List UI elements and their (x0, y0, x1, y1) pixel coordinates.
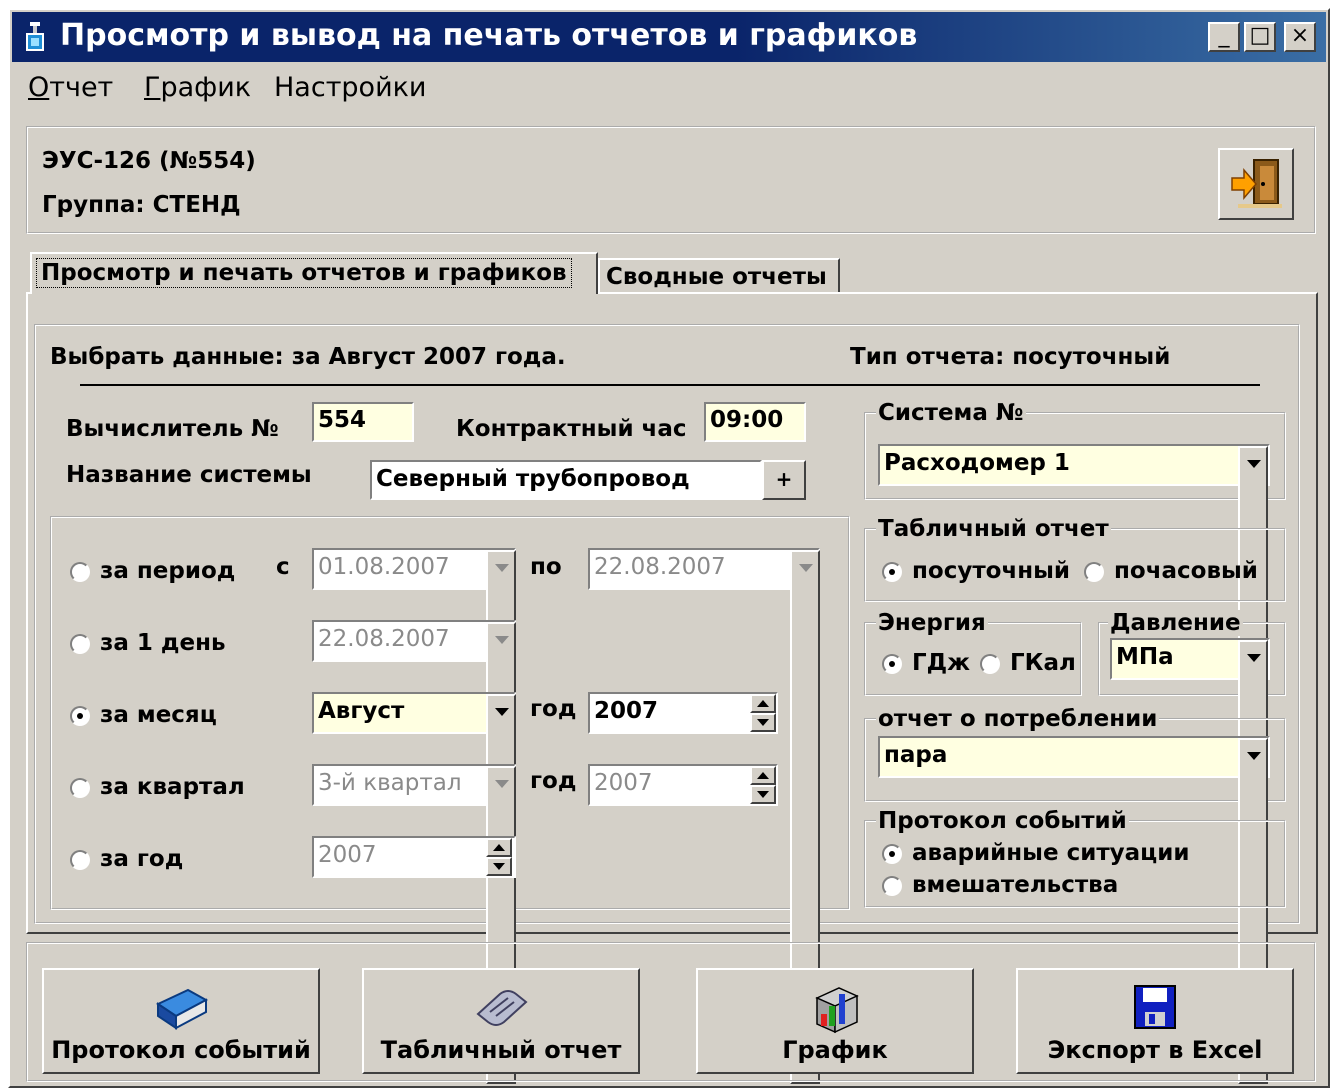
radio-day[interactable] (70, 634, 90, 654)
events-log-label: Протокол событий (51, 1036, 311, 1064)
title-bar: Просмотр и вывод на печать отчетов и гра… (12, 12, 1326, 62)
report-type-label: Тип отчета: посуточный (850, 344, 1171, 370)
gcal-label: ГКал (1010, 650, 1076, 676)
intervention-label: вмешательства (912, 872, 1119, 898)
app-icon (22, 20, 50, 54)
spin-down-icon[interactable] (750, 785, 776, 804)
menu-graph[interactable]: График (144, 72, 251, 103)
tab-summary-label: Сводные отчеты (606, 264, 827, 290)
quarter-year-label: год (530, 768, 577, 794)
table-report-title: Табличный отчет (876, 516, 1111, 542)
consumption-select[interactable]: пара (878, 736, 1270, 778)
quarter-label: за квартал (100, 774, 245, 800)
month-year-spinner[interactable] (750, 694, 776, 732)
year-label: за год (100, 846, 184, 872)
table-report-label: Табличный отчет (380, 1036, 622, 1064)
system-name-add-button[interactable]: + (762, 460, 806, 500)
date-to-field[interactable]: 22.08.2007 (588, 548, 820, 590)
radio-intervention[interactable] (882, 876, 902, 896)
radio-month[interactable] (70, 706, 90, 726)
maximize-button[interactable]: □ (1244, 22, 1276, 52)
energy-title: Энергия (876, 610, 988, 636)
period-label: за период (100, 558, 236, 584)
export-excel-label: Экспорт в Excel (1047, 1036, 1263, 1064)
month-year-label: год (530, 696, 577, 722)
spin-down-icon[interactable] (750, 713, 776, 732)
radio-emergency[interactable] (882, 844, 902, 864)
radio-hourly[interactable] (1084, 562, 1104, 582)
month-label: за месяц (100, 702, 217, 728)
from-label: с (276, 554, 290, 580)
system-group-title: Система № (876, 400, 1026, 426)
graph-label: График (782, 1036, 888, 1064)
radio-period[interactable] (70, 562, 90, 582)
table-report-button[interactable]: Табличный отчет (362, 968, 640, 1074)
add-label: + (775, 467, 793, 491)
export-excel-button[interactable]: Экспорт в Excel (1016, 968, 1294, 1074)
group-label: Группа: СТЕНД (42, 192, 241, 218)
spin-up-icon[interactable] (486, 838, 512, 857)
radio-gcal[interactable] (980, 654, 1000, 674)
hourly-label: почасовый (1114, 558, 1258, 584)
contract-hour-label: Контрактный час (456, 416, 687, 442)
system-name-label: Название системы (66, 462, 312, 488)
gj-label: ГДж (912, 650, 971, 676)
spin-up-icon[interactable] (750, 766, 776, 785)
graph-button[interactable]: График (696, 968, 974, 1074)
pressure-title: Давление (1108, 610, 1243, 636)
device-label: ЭУС-126 (№554) (42, 148, 256, 174)
consumption-title: отчет о потреблении (876, 706, 1160, 732)
calc-label: Вычислитель № (66, 416, 279, 442)
spin-down-icon[interactable] (486, 857, 512, 876)
contract-hour-field[interactable]: 09:00 (704, 402, 806, 442)
radio-year[interactable] (70, 850, 90, 870)
menu-report[interactable]: Отчет (28, 72, 113, 103)
select-data-label: Выбрать данные: за Август 2007 года. (50, 344, 566, 370)
events-log-button[interactable]: Протокол событий (42, 968, 320, 1074)
tab-summary[interactable]: Сводные отчеты (598, 258, 840, 294)
exit-button[interactable] (1218, 148, 1294, 220)
close-button[interactable]: × (1284, 22, 1316, 52)
quarter-year-spinner[interactable] (750, 766, 776, 804)
system-name-field[interactable]: Северный трубопровод (370, 460, 762, 500)
emergency-label: аварийные ситуации (912, 840, 1190, 866)
tab-view-print[interactable]: Просмотр и печать отчетов и графиков (30, 252, 598, 294)
tab-view-print-label: Просмотр и печать отчетов и графиков (36, 258, 572, 288)
to-label: по (530, 554, 562, 580)
book-icon (152, 984, 210, 1038)
app-window: Просмотр и вывод на печать отчетов и гра… (8, 8, 1330, 1088)
floppy-disk-icon (1133, 984, 1177, 1034)
radio-gj[interactable] (882, 654, 902, 674)
events-title: Протокол событий (876, 808, 1129, 834)
system-select[interactable]: Расходомер 1 (878, 444, 1270, 486)
separator-line (80, 384, 1260, 386)
spin-up-icon[interactable] (750, 694, 776, 713)
radio-daily[interactable] (882, 562, 902, 582)
scroll-icon (470, 984, 532, 1038)
day-label: за 1 день (100, 630, 226, 656)
daily-label: посуточный (912, 558, 1071, 584)
calc-number-field[interactable]: 554 (312, 402, 414, 442)
year-spinner[interactable] (486, 838, 512, 876)
minimize-button[interactable]: _ (1208, 22, 1240, 52)
window-title: Просмотр и вывод на печать отчетов и гра… (60, 18, 918, 53)
menu-settings[interactable]: Настройки (274, 72, 426, 103)
chart-icon (807, 984, 863, 1040)
exit-door-icon (1230, 156, 1284, 216)
radio-quarter[interactable] (70, 778, 90, 798)
